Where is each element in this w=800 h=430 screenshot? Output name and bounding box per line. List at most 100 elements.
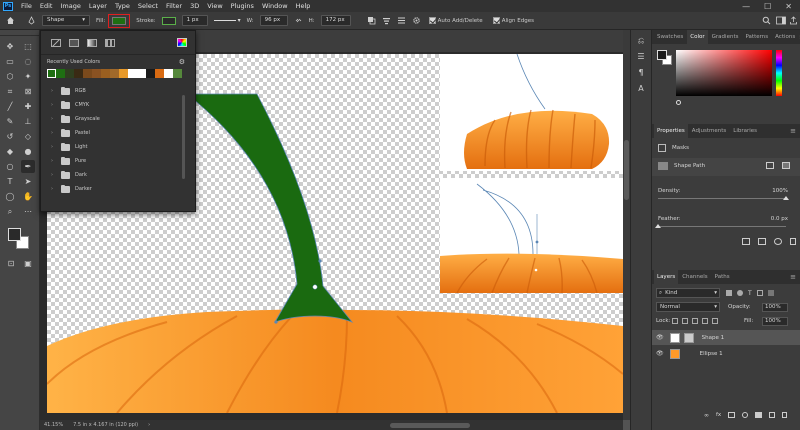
- recent-color-swatch[interactable]: [74, 69, 83, 78]
- more-tools-icon[interactable]: ⋯: [21, 205, 35, 218]
- recent-color-swatch[interactable]: [128, 69, 137, 78]
- chevron-right-icon[interactable]: ›: [51, 172, 56, 178]
- recent-color-swatch[interactable]: [101, 69, 110, 78]
- swatch-folder[interactable]: › CMYK: [41, 98, 195, 112]
- recent-color-swatch[interactable]: [92, 69, 101, 78]
- dodge-tool-icon[interactable]: ○: [3, 160, 17, 173]
- move-tool-icon[interactable]: ✥: [3, 40, 17, 53]
- type-tool-icon[interactable]: T: [3, 175, 17, 188]
- swatch-folder[interactable]: › Pastel: [41, 126, 195, 140]
- recent-color-swatch[interactable]: [65, 69, 74, 78]
- recent-color-swatch[interactable]: [173, 69, 182, 78]
- rectangular-marquee-icon[interactable]: ▭: [3, 55, 17, 68]
- character-icon[interactable]: A: [636, 84, 646, 94]
- recent-color-swatch[interactable]: [47, 69, 56, 78]
- menu-image[interactable]: Image: [56, 2, 84, 10]
- hand-tool-icon[interactable]: ✋: [21, 190, 35, 203]
- swatch-folder[interactable]: › Grayscale: [41, 112, 195, 126]
- chevron-right-icon[interactable]: ›: [51, 186, 56, 192]
- tab-actions[interactable]: Actions: [772, 30, 798, 44]
- color-field[interactable]: [676, 50, 772, 96]
- clone-stamp-icon[interactable]: ⊥: [21, 115, 35, 128]
- tab-paths[interactable]: Paths: [712, 270, 733, 284]
- shape-filter-icon[interactable]: [756, 290, 763, 296]
- reference-pumpkin-top[interactable]: [440, 54, 623, 171]
- large-pumpkin[interactable]: [47, 309, 623, 413]
- brush-tool-icon[interactable]: ✎: [3, 115, 17, 128]
- pattern-icon[interactable]: [105, 38, 115, 47]
- add-pixel-mask-icon[interactable]: [766, 162, 774, 169]
- density-value[interactable]: 100%: [772, 188, 788, 194]
- blend-mode-select[interactable]: Normal ▾: [656, 302, 720, 312]
- recent-color-swatch[interactable]: [110, 69, 119, 78]
- swatch-folder[interactable]: › Pure: [41, 154, 195, 168]
- add-mask-icon[interactable]: [728, 412, 736, 418]
- density-slider[interactable]: [658, 196, 789, 200]
- anchor-point[interactable]: [274, 320, 278, 324]
- document-size[interactable]: 7.5 in x 4.167 in (120 ppi): [73, 422, 138, 428]
- magic-wand-icon[interactable]: ✦: [21, 70, 35, 83]
- tab-properties[interactable]: Properties: [654, 124, 688, 138]
- pumpkin-stem[interactable]: [185, 93, 354, 324]
- anchor-point[interactable]: [312, 284, 318, 290]
- layer-filter-select[interactable]: ⌕ Kind ▾: [656, 288, 720, 298]
- density-slider-thumb[interactable]: [783, 196, 789, 200]
- trash-icon[interactable]: [790, 238, 796, 245]
- tab-patterns[interactable]: Patterns: [742, 30, 771, 44]
- visibility-icon[interactable]: 👁: [656, 350, 664, 357]
- path-alignment-icon[interactable]: [382, 16, 391, 25]
- recent-color-swatch[interactable]: [56, 69, 65, 78]
- feather-slider[interactable]: [655, 224, 786, 228]
- tab-adjustments[interactable]: Adjustments: [689, 124, 729, 138]
- paint-bucket-icon[interactable]: ◆: [3, 145, 17, 158]
- swatch-folder[interactable]: › RGB: [41, 84, 195, 98]
- menu-filter[interactable]: Filter: [162, 2, 186, 10]
- solid-color-icon[interactable]: [69, 38, 79, 47]
- popup-scrollbar[interactable]: [182, 95, 185, 179]
- visibility-icon[interactable]: [774, 238, 782, 245]
- layer-name[interactable]: Shape 1: [702, 335, 724, 341]
- object-selection-icon[interactable]: ⬡: [3, 70, 17, 83]
- swatch-folder[interactable]: › Dark: [41, 168, 195, 182]
- chevron-right-icon[interactable]: ›: [51, 116, 56, 122]
- panel-menu-icon[interactable]: ≡: [790, 127, 796, 135]
- search-icon[interactable]: [762, 16, 771, 27]
- tab-gradients[interactable]: Gradients: [709, 30, 742, 44]
- select-mask-icon[interactable]: [742, 238, 750, 245]
- minimize-button[interactable]: —: [742, 2, 750, 11]
- history-icon[interactable]: ⎌: [636, 36, 646, 46]
- tab-libraries[interactable]: Libraries: [730, 124, 760, 138]
- hue-slider[interactable]: [776, 50, 782, 96]
- recent-color-swatch[interactable]: [83, 69, 92, 78]
- vertical-scrollbar[interactable]: [623, 30, 630, 420]
- lock-artboard-icon[interactable]: [702, 318, 708, 324]
- stroke-color-swatch[interactable]: [161, 16, 176, 25]
- link-layers-icon[interactable]: ∞: [704, 412, 709, 419]
- recent-color-swatch[interactable]: [119, 69, 128, 78]
- auto-add-delete-checkbox[interactable]: [428, 17, 436, 24]
- menu-plugins[interactable]: Plugins: [227, 2, 258, 10]
- chevron-right-icon[interactable]: ›: [51, 158, 56, 164]
- menu-type[interactable]: Type: [111, 2, 134, 10]
- lock-position-icon[interactable]: [692, 318, 698, 324]
- tool-mode-select[interactable]: Shape ▾: [42, 15, 90, 26]
- color-field-cursor[interactable]: [676, 100, 681, 105]
- gradient-icon[interactable]: [87, 38, 97, 47]
- invert-mask-icon[interactable]: [758, 238, 766, 245]
- tab-swatches[interactable]: Swatches: [654, 30, 686, 44]
- opacity-value[interactable]: 100%: [762, 303, 788, 312]
- lock-transparency-icon[interactable]: [672, 318, 678, 324]
- paragraph-icon[interactable]: ¶: [636, 68, 646, 78]
- horizontal-scrollbar[interactable]: [390, 422, 471, 428]
- recent-color-swatch[interactable]: [146, 69, 155, 78]
- foreground-color-swatch[interactable]: [8, 228, 21, 241]
- smart-filter-icon[interactable]: [767, 290, 774, 296]
- chevron-right-icon[interactable]: ›: [51, 144, 56, 150]
- gear-icon[interactable]: ⚙: [179, 58, 185, 66]
- link-icon[interactable]: [294, 16, 303, 25]
- stroke-width-input[interactable]: 1 px: [181, 15, 208, 26]
- feather-value[interactable]: 0.0 px: [771, 216, 788, 222]
- menu-help[interactable]: Help: [292, 2, 315, 10]
- type-filter-icon[interactable]: T: [748, 290, 752, 297]
- menu-3d[interactable]: 3D: [186, 2, 203, 10]
